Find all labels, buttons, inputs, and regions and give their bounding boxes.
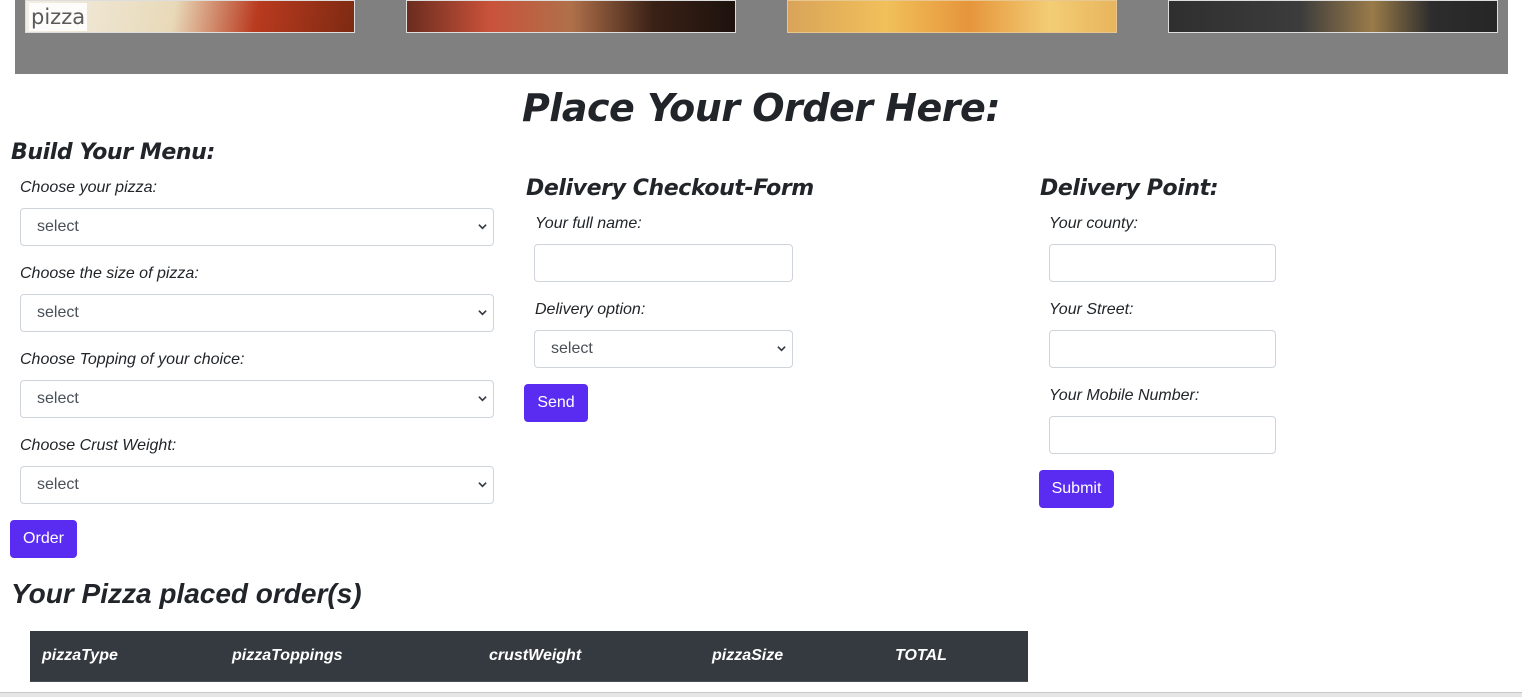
orders-heading: Your Pizza placed order(s) bbox=[11, 578, 362, 609]
chevron-down-icon bbox=[777, 346, 786, 352]
delivery-option-label: Delivery option: bbox=[535, 301, 646, 318]
full-name-field[interactable] bbox=[534, 244, 793, 282]
crust-select-value: select bbox=[37, 476, 79, 493]
topping-select-value: select bbox=[37, 390, 79, 407]
pizza-image-2[interactable] bbox=[406, 0, 736, 33]
crust-select-label: Choose Crust Weight: bbox=[20, 437, 177, 454]
column-header-total: TOTAL bbox=[895, 647, 947, 664]
page-title: Place Your Order Here: bbox=[521, 86, 1001, 130]
submit-button[interactable]: Submit bbox=[1039, 470, 1114, 508]
delivery-option-value: select bbox=[551, 340, 593, 357]
image-gallery: pizza bbox=[15, 0, 1508, 74]
column-header-pizza-toppings: pizzaToppings bbox=[232, 647, 343, 664]
pizza-select-value: select bbox=[37, 218, 79, 235]
pizza-image-1[interactable]: pizza bbox=[25, 0, 355, 33]
county-field[interactable] bbox=[1049, 244, 1276, 282]
topping-select[interactable]: select bbox=[20, 380, 494, 418]
topping-select-label: Choose Topping of your choice: bbox=[20, 351, 245, 368]
column-header-pizza-size: pizzaSize bbox=[712, 647, 784, 664]
chevron-down-icon bbox=[478, 482, 487, 488]
horizontal-scrollbar[interactable] bbox=[0, 692, 1522, 697]
mobile-number-label: Your Mobile Number: bbox=[1049, 387, 1200, 404]
county-label: Your county: bbox=[1049, 215, 1138, 232]
build-menu-heading: Build Your Menu: bbox=[11, 140, 215, 165]
delivery-option-select[interactable]: select bbox=[534, 330, 793, 368]
pizza-select[interactable]: select bbox=[20, 208, 494, 246]
chevron-down-icon bbox=[478, 396, 487, 402]
chevron-down-icon bbox=[478, 310, 487, 316]
size-select-label: Choose the size of pizza: bbox=[20, 265, 199, 282]
full-name-label: Your full name: bbox=[535, 215, 642, 232]
mobile-number-field[interactable] bbox=[1049, 416, 1276, 454]
order-button[interactable]: Order bbox=[10, 520, 77, 558]
size-select-value: select bbox=[37, 304, 79, 321]
chevron-down-icon bbox=[478, 224, 487, 230]
delivery-point-heading: Delivery Point: bbox=[1040, 176, 1219, 201]
size-select[interactable]: select bbox=[20, 294, 494, 332]
street-label: Your Street: bbox=[1049, 301, 1134, 318]
pizza-image-3[interactable] bbox=[787, 0, 1117, 33]
column-header-pizza-type: pizzaType bbox=[42, 647, 118, 664]
pizza-select-label: Choose your pizza: bbox=[20, 179, 157, 196]
send-button[interactable]: Send bbox=[524, 384, 588, 422]
checkout-heading: Delivery Checkout-Form bbox=[526, 176, 814, 201]
pizza-image-caption: pizza bbox=[29, 3, 88, 31]
street-field[interactable] bbox=[1049, 330, 1276, 368]
orders-table-header: pizzaType pizzaToppings crustWeight pizz… bbox=[30, 631, 1028, 682]
pizza-image-4[interactable] bbox=[1168, 0, 1498, 33]
crust-select[interactable]: select bbox=[20, 466, 494, 504]
column-header-crust-weight: crustWeight bbox=[489, 647, 582, 664]
